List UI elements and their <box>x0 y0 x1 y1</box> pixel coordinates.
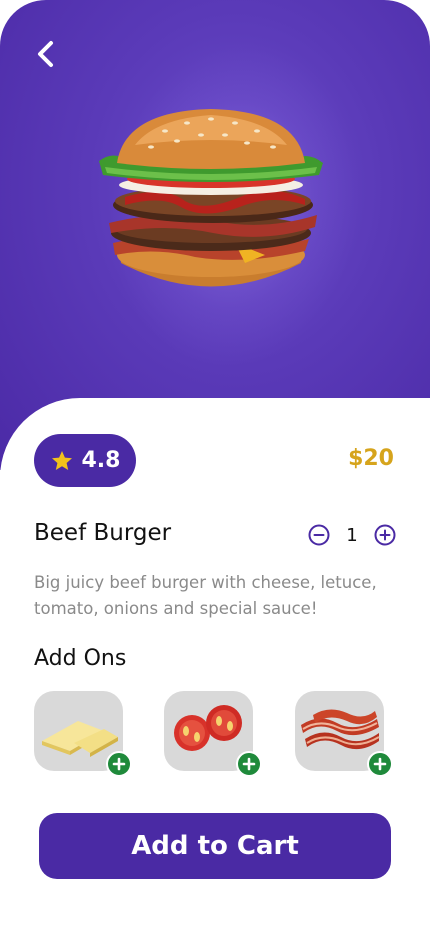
plus-circle-icon[interactable] <box>374 524 396 546</box>
add-cheese-button[interactable] <box>106 751 132 777</box>
plus-icon <box>112 757 126 771</box>
rating-value: 4.8 <box>81 448 121 473</box>
product-detail-screen: 4.8 $20 Beef Burger 1 Big juicy beef bur… <box>0 0 430 932</box>
plus-icon <box>373 757 387 771</box>
price-label: $20 <box>348 446 394 471</box>
add-tomato-button[interactable] <box>236 751 262 777</box>
rating-badge: 4.8 <box>34 434 136 487</box>
back-button[interactable] <box>26 34 66 74</box>
add-to-cart-label: Add to Cart <box>131 831 299 861</box>
addon-card-cheese[interactable] <box>34 691 132 777</box>
burger-image <box>99 109 323 287</box>
addon-card-bacon[interactable] <box>295 691 393 777</box>
add-bacon-button[interactable] <box>367 751 393 777</box>
quantity-value: 1 <box>346 524 358 546</box>
product-description: Big juicy beef burger with cheese, letuc… <box>34 573 377 618</box>
minus-circle-icon[interactable] <box>308 524 330 546</box>
chevron-left-icon <box>38 41 53 67</box>
quantity-stepper: 1 <box>308 523 396 547</box>
star-icon <box>51 450 72 470</box>
addons-heading: Add Ons <box>34 646 127 671</box>
addon-card-tomato[interactable] <box>164 691 262 777</box>
product-title: Beef Burger <box>34 520 172 546</box>
add-to-cart-button[interactable]: Add to Cart <box>39 813 391 879</box>
plus-icon <box>242 757 256 771</box>
